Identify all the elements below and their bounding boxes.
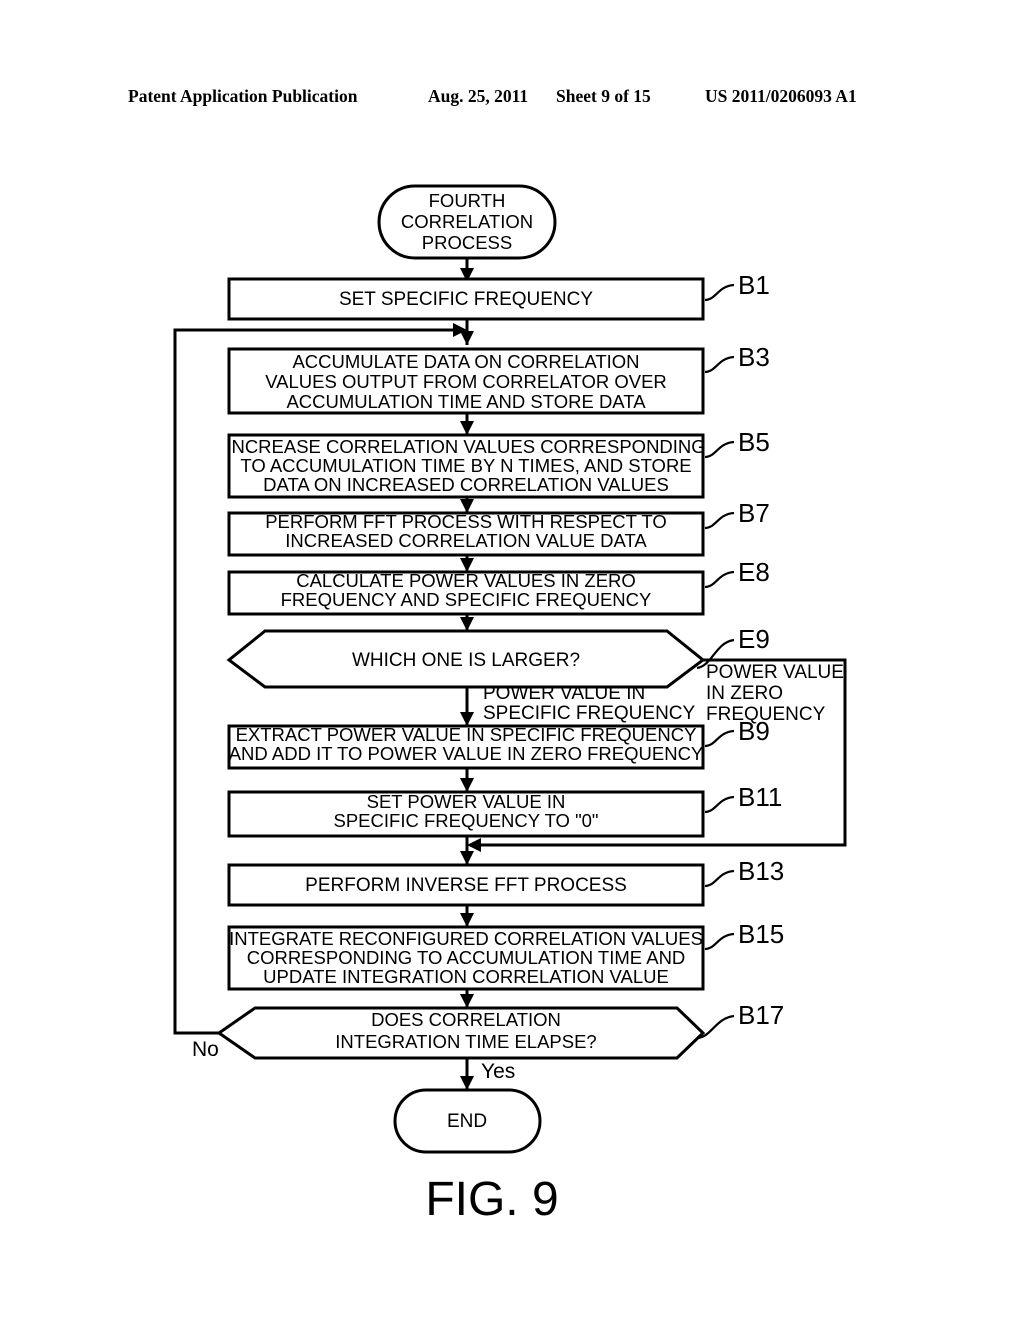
ref-label-b15: B15 (738, 919, 784, 949)
b9-label-line-1: EXTRACT POWER VALUE IN SPECIFIC FREQUENC… (236, 724, 697, 745)
connector-e9-to-b9 (460, 687, 474, 726)
e8-label-line-2: FREQUENCY AND SPECIFIC FREQUENCY (281, 589, 652, 610)
end-label: END (447, 1111, 487, 1132)
branch-label-zero-frequency: POWER VALUE IN ZERO FREQUENCY (706, 662, 844, 725)
node-b5: INCREASE CORRELATION VALUES CORRESPONDIN… (226, 433, 706, 499)
start-label-line-3: PROCESS (422, 232, 512, 253)
node-e8: CALCULATE POWER VALUES IN ZERO FREQUENCY… (227, 570, 705, 616)
e8-label-line-1: CALCULATE POWER VALUES IN ZERO (296, 570, 636, 591)
b17-label-line-2: INTEGRATION TIME ELAPSE? (335, 1031, 596, 1052)
node-end: END (393, 1088, 542, 1154)
ref-label-b5: B5 (738, 427, 770, 457)
e9-right-label-line-2: IN ZERO (706, 683, 783, 704)
ref-leader-b17: B17 (697, 1000, 784, 1040)
ref-label-b13: B13 (738, 856, 784, 886)
b3-label-line-2: VALUES OUTPUT FROM CORRELATOR OVER (265, 371, 667, 392)
connector-b17-to-end (460, 1058, 474, 1090)
node-b15: INTEGRATE RECONFIGURED CORRELATION VALUE… (227, 925, 705, 991)
connector-b3-to-b5 (460, 413, 474, 435)
node-b1: SET SPECIFIC FREQUENCY (227, 277, 705, 321)
flowchart-diagram: FOURTH CORRELATION PROCESS SET SPECIFIC … (173, 184, 847, 1226)
b5-label-line-3: DATA ON INCREASED CORRELATION VALUES (263, 474, 669, 495)
ref-leader-b15: B15 (704, 919, 784, 951)
e9-label-line-1: WHICH ONE IS LARGER? (352, 650, 580, 671)
b11-label-line-2: SPECIFIC FREQUENCY TO "0" (334, 810, 599, 831)
node-b3: ACCUMULATE DATA ON CORRELATION VALUES OU… (227, 347, 705, 415)
b7-label-line-1: PERFORM FFT PROCESS WITH RESPECT TO (265, 511, 667, 532)
ref-leader-b5: B5 (704, 427, 770, 459)
node-b17: DOES CORRELATION INTEGRATION TIME ELAPSE… (216, 1006, 706, 1060)
b15-label-line-1: INTEGRATE RECONFIGURED CORRELATION VALUE… (229, 928, 703, 949)
ref-label-b9: B9 (738, 716, 770, 746)
b3-label-line-1: ACCUMULATE DATA ON CORRELATION (292, 351, 639, 372)
connector-b9-to-b11 (460, 768, 474, 792)
b17-label-line-1: DOES CORRELATION (371, 1009, 561, 1030)
b17-yes-label: Yes (481, 1060, 515, 1083)
start-label-line-1: FOURTH (429, 190, 506, 211)
ref-label-b11: B11 (738, 782, 782, 812)
b7-label-line-2: INCREASED CORRELATION VALUE DATA (285, 530, 647, 551)
b5-label-line-1: INCREASE CORRELATION VALUES CORRESPONDIN… (226, 436, 705, 457)
b1-label-line-1: SET SPECIFIC FREQUENCY (339, 289, 593, 310)
ref-label-e8: E8 (738, 557, 770, 587)
e9-right-label-line-1: POWER VALUE (706, 662, 844, 683)
ref-leader-e8: E8 (704, 557, 770, 589)
b3-label-line-3: ACCUMULATION TIME AND STORE DATA (286, 391, 646, 412)
ref-label-e9: E9 (738, 624, 770, 654)
e9-down-label-line-2: SPECIFIC FREQUENCY (483, 703, 696, 724)
ref-label-b3: B3 (738, 342, 770, 372)
connector-b13-to-b15 (460, 905, 474, 927)
e9-down-label-line-1: POWER VALUE IN (483, 683, 645, 704)
node-start: FOURTH CORRELATION PROCESS (377, 184, 557, 260)
b13-label-line-1: PERFORM INVERSE FFT PROCESS (305, 875, 627, 896)
node-b13: PERFORM INVERSE FFT PROCESS (227, 863, 705, 907)
b5-label-line-2: TO ACCUMULATION TIME BY N TIMES, AND STO… (240, 455, 691, 476)
ref-label-b17: B17 (738, 1000, 784, 1030)
node-b9: EXTRACT POWER VALUE IN SPECIFIC FREQUENC… (227, 724, 705, 770)
b17-no-label: No (192, 1038, 219, 1061)
b15-label-line-3: UPDATE INTEGRATION CORRELATION VALUE (263, 966, 669, 987)
connector-e8-to-e9 (460, 614, 474, 631)
figure-caption: FIG. 9 (425, 1173, 558, 1226)
ref-leader-b3: B3 (704, 342, 770, 374)
b9-label-line-2: AND ADD IT TO POWER VALUE IN ZERO FREQUE… (229, 743, 704, 764)
ref-label-b1: B1 (738, 270, 770, 300)
ref-leader-b1: B1 (704, 270, 770, 302)
ref-label-b7: B7 (738, 498, 770, 528)
b11-label-line-1: SET POWER VALUE IN (367, 791, 566, 812)
ref-leader-b13: B13 (704, 856, 784, 888)
ref-leader-b7: B7 (704, 498, 770, 530)
node-b7: PERFORM FFT PROCESS WITH RESPECT TO INCR… (227, 511, 705, 557)
b15-label-line-2: CORRESPONDING TO ACCUMULATION TIME AND (247, 947, 686, 968)
node-b11: SET POWER VALUE IN SPECIFIC FREQUENCY TO… (227, 790, 705, 838)
ref-leader-b11: B11 (704, 782, 782, 814)
node-e9: WHICH ONE IS LARGER? (226, 629, 706, 689)
start-label-line-2: CORRELATION (401, 211, 533, 232)
connector-b11-to-b13 (460, 836, 474, 865)
connector-b15-to-b17 (460, 989, 474, 1008)
branch-label-specific-frequency: POWER VALUE IN SPECIFIC FREQUENCY (483, 683, 696, 724)
